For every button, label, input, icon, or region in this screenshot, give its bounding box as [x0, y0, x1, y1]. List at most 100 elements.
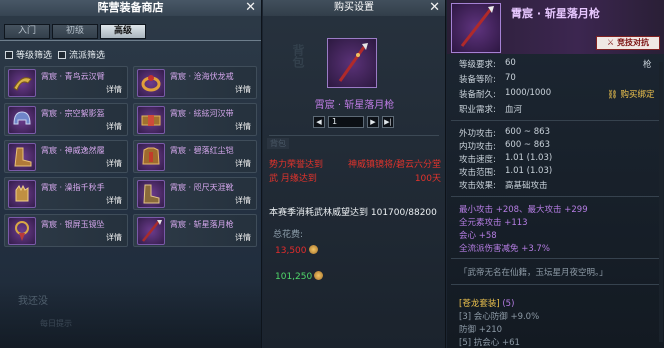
- durability-value: 1000/1000: [505, 88, 552, 98]
- tab-junior[interactable]: 初级: [52, 24, 98, 39]
- tooltip-item-name: 霄宸 · 斩星落月枪: [511, 7, 600, 20]
- item-name: 霄宸 · 沧海伏龙戒: [170, 72, 234, 81]
- cost-currency-2: 101,250: [275, 271, 324, 282]
- gloves-icon: [8, 180, 36, 208]
- tab-beginner[interactable]: 入门: [4, 24, 50, 39]
- set-bonus-line: 防御 +210: [459, 325, 503, 335]
- item-name: 霄宸 · 碧落红尘铠: [170, 146, 234, 155]
- selected-item-name: 霄宸 · 斩星落月枪: [314, 100, 395, 111]
- item-name: 霄宸 · 宗空絮影盔: [41, 109, 105, 118]
- item-name: 霄宸 · 神威逸然履: [41, 146, 105, 155]
- shop-item[interactable]: 霄宸 · 银屏玉镜坠 详情: [4, 214, 128, 247]
- item-name: 霄宸 · 斩星落月枪: [170, 220, 234, 229]
- close-icon[interactable]: ✕: [429, 0, 440, 16]
- requirement-days: 武 月缘达到: [269, 174, 317, 184]
- quantity-stepper: ◀ 1 ▶ ▶|: [313, 116, 394, 128]
- ext-atk-value: 600 ~ 863: [505, 127, 550, 137]
- buy-titlebar: 购买设置 ✕: [263, 0, 445, 16]
- divider: [451, 284, 660, 285]
- item-name: 霄宸 · 咫尺天涯靴: [170, 183, 234, 192]
- cost-value-1: 13,500: [275, 246, 307, 256]
- bind-text: 购买绑定: [620, 90, 655, 100]
- divider: [451, 258, 660, 259]
- shop-item[interactable]: 霄宸 · 澡指千秋手 详情: [4, 177, 128, 210]
- shop-item[interactable]: 霄宸 · 咫尺天涯靴 详情: [133, 177, 257, 210]
- shop-item[interactable]: 霄宸 · 宗空絮影盔 详情: [4, 103, 128, 136]
- detail-link[interactable]: 详情: [235, 195, 251, 206]
- shop-item[interactable]: 霄宸 · 碧落红尘铠 详情: [133, 140, 257, 173]
- atk-effect-value: 高基础攻击: [505, 181, 548, 191]
- requirement-block: 势力荣誉达到 神威镇镜将/碧云六分堂 武 月缘达到 100天: [269, 158, 441, 186]
- detail-link[interactable]: 详情: [106, 158, 122, 169]
- item-name: 霄宸 · 银屏玉镜坠: [41, 220, 105, 229]
- ext-atk-label: 外功攻击:: [459, 129, 496, 139]
- shop-title: 阵营装备商店: [97, 1, 164, 14]
- atk-effect-label: 攻击效果:: [459, 181, 496, 191]
- equipment-shop-panel: 阵营装备商店 ✕ 入门 初级 高级 等级筛选 流派筛选 霄宸 · 青鸟云汉臂 详…: [0, 0, 262, 348]
- background-watermark: 背包: [291, 44, 305, 68]
- prestige-progress: 本赛季消耗武林威望达到 101700/88200: [269, 208, 437, 218]
- atk-range-label: 攻击范围:: [459, 168, 496, 178]
- decrease-button[interactable]: ◀: [313, 116, 325, 128]
- school-label: 职业需求:: [459, 105, 496, 115]
- set-bonus-line: [3] 会心防御 +9.0%: [459, 312, 540, 322]
- detail-link[interactable]: 详情: [235, 121, 251, 132]
- pvp-badge: ⚔ 竞技对抗: [596, 36, 660, 50]
- level-filter-label: 等级筛选: [16, 51, 53, 61]
- requirement-honor: 势力荣誉达到: [269, 160, 324, 170]
- buy-title: 购买设置: [334, 2, 374, 13]
- shop-item[interactable]: 霄宸 · 絃絃河汉带 详情: [133, 103, 257, 136]
- shop-item[interactable]: 霄宸 · 沧海伏龙戒 详情: [133, 66, 257, 99]
- boots-icon: [8, 143, 36, 171]
- equip-level-value: 70: [505, 73, 516, 83]
- filter-row: 等级筛选 流派筛选: [5, 48, 105, 61]
- detail-link[interactable]: 详情: [106, 195, 122, 206]
- spear-icon: [137, 217, 165, 245]
- flavor-text: 「武帝无名在仙籍，玉坛星月夜空明。」: [459, 268, 608, 278]
- armlet-icon: [8, 69, 36, 97]
- level-req-value: 60: [505, 58, 516, 68]
- detail-link[interactable]: 详情: [235, 84, 251, 95]
- detail-link[interactable]: 详情: [106, 232, 122, 243]
- belt-icon: [137, 106, 165, 134]
- shop-item[interactable]: 霄宸 · 斩星落月枪 详情: [133, 214, 257, 247]
- tab-senior[interactable]: 高级: [100, 24, 146, 39]
- level-filter-checkbox[interactable]: 等级筛选: [5, 48, 52, 61]
- quantity-input[interactable]: 1: [328, 116, 364, 128]
- checkbox-box[interactable]: [58, 50, 67, 59]
- equip-level-label: 装备等阶:: [459, 75, 496, 85]
- set-bonus-line: [5] 抗会心 +61: [459, 338, 520, 348]
- max-button[interactable]: ▶|: [382, 116, 394, 128]
- coin-icon: [314, 271, 324, 280]
- school-value: 血河: [505, 105, 523, 115]
- total-cost-label: 总花费:: [273, 230, 304, 240]
- shop-tabs: 入门 初级 高级: [4, 24, 146, 39]
- tooltip-scrollbar[interactable]: [659, 62, 663, 342]
- set-count: (5): [502, 299, 515, 309]
- increase-button[interactable]: ▶: [367, 116, 379, 128]
- bonus-line: 全流派伤害减免 +3.7%: [459, 244, 550, 254]
- level-req-label: 等级要求:: [459, 60, 496, 70]
- divider: [269, 135, 439, 136]
- faded-hint-title: 我还没: [18, 296, 48, 307]
- item-name: 霄宸 · 絃絃河汉带: [170, 109, 234, 118]
- shop-item[interactable]: 霄宸 · 神威逸然履 详情: [4, 140, 128, 173]
- cost-currency-1: 13,500: [275, 245, 318, 256]
- shop-item[interactable]: 霄宸 · 青鸟云汉臂 详情: [4, 66, 128, 99]
- tab-divider: [0, 40, 261, 41]
- ring-icon: [137, 69, 165, 97]
- detail-link[interactable]: 详情: [106, 121, 122, 132]
- detail-link[interactable]: 详情: [106, 84, 122, 95]
- requirement-days-value: 100天: [414, 174, 441, 184]
- bonus-line: 最小攻击 +208、最大攻击 +299: [459, 205, 588, 215]
- purchase-settings-panel: 购买设置 ✕ 背包 霄宸 · 斩星落月枪 ◀ 1 ▶ ▶| 背包 势力荣誉达到 …: [263, 0, 446, 348]
- coin-icon: [308, 245, 318, 254]
- bind-status: ⛓ 购买绑定: [607, 90, 655, 100]
- detail-link[interactable]: 详情: [235, 232, 251, 243]
- school-filter-checkbox[interactable]: 流派筛选: [58, 48, 105, 61]
- item-tooltip: 霄宸 · 斩星落月枪 ⚔ 竞技对抗 等级要求: 60 枪 装备等阶: 70 装备…: [447, 0, 664, 348]
- checkbox-box[interactable]: [5, 50, 13, 59]
- school-filter-label: 流派筛选: [69, 51, 106, 61]
- close-icon[interactable]: ✕: [245, 0, 256, 16]
- detail-link[interactable]: 详情: [235, 158, 251, 169]
